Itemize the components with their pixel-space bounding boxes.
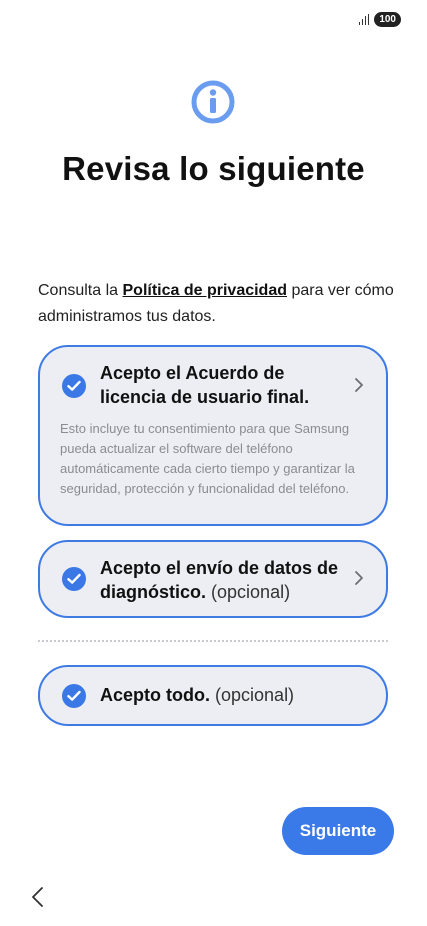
optional-label: (opcional) xyxy=(211,582,291,602)
info-icon xyxy=(191,80,235,124)
checkbox-checked-icon[interactable] xyxy=(62,567,86,591)
option-title: Acepto el Acuerdo de licencia de usuario… xyxy=(100,363,310,407)
accept-all-option[interactable]: Acepto todo. (opcional) xyxy=(38,665,388,726)
chevron-right-icon[interactable] xyxy=(354,570,364,586)
divider xyxy=(38,640,388,642)
option-title: Acepto el envío de datos de diagnóstico.… xyxy=(100,558,339,602)
diagnostic-data-option[interactable]: Acepto el envío de datos de diagnóstico.… xyxy=(38,540,388,618)
signal-bars-icon xyxy=(358,14,370,25)
privacy-intro-text: Consulta la Política de privacidad para … xyxy=(38,278,398,330)
intro-prefix: Consulta la xyxy=(38,282,123,299)
page-title: Revisa lo siguiente xyxy=(62,150,365,187)
privacy-policy-link[interactable]: Política de privacidad xyxy=(123,282,288,299)
chevron-left-icon[interactable] xyxy=(28,885,48,909)
battery-indicator: 100 xyxy=(374,12,401,27)
eula-consent-option[interactable]: Acepto el Acuerdo de licencia de usuario… xyxy=(38,345,388,526)
checkbox-checked-icon[interactable] xyxy=(62,374,86,398)
optional-label: (opcional) xyxy=(215,685,295,705)
checkbox-checked-icon[interactable] xyxy=(62,684,86,708)
chevron-right-icon[interactable] xyxy=(354,377,364,393)
option-title: Acepto todo. (opcional) xyxy=(100,685,295,705)
option-description: Esto incluye tu consentimiento para que … xyxy=(60,421,355,496)
status-bar: 100 xyxy=(358,12,401,27)
next-button[interactable]: Siguiente xyxy=(282,807,394,855)
